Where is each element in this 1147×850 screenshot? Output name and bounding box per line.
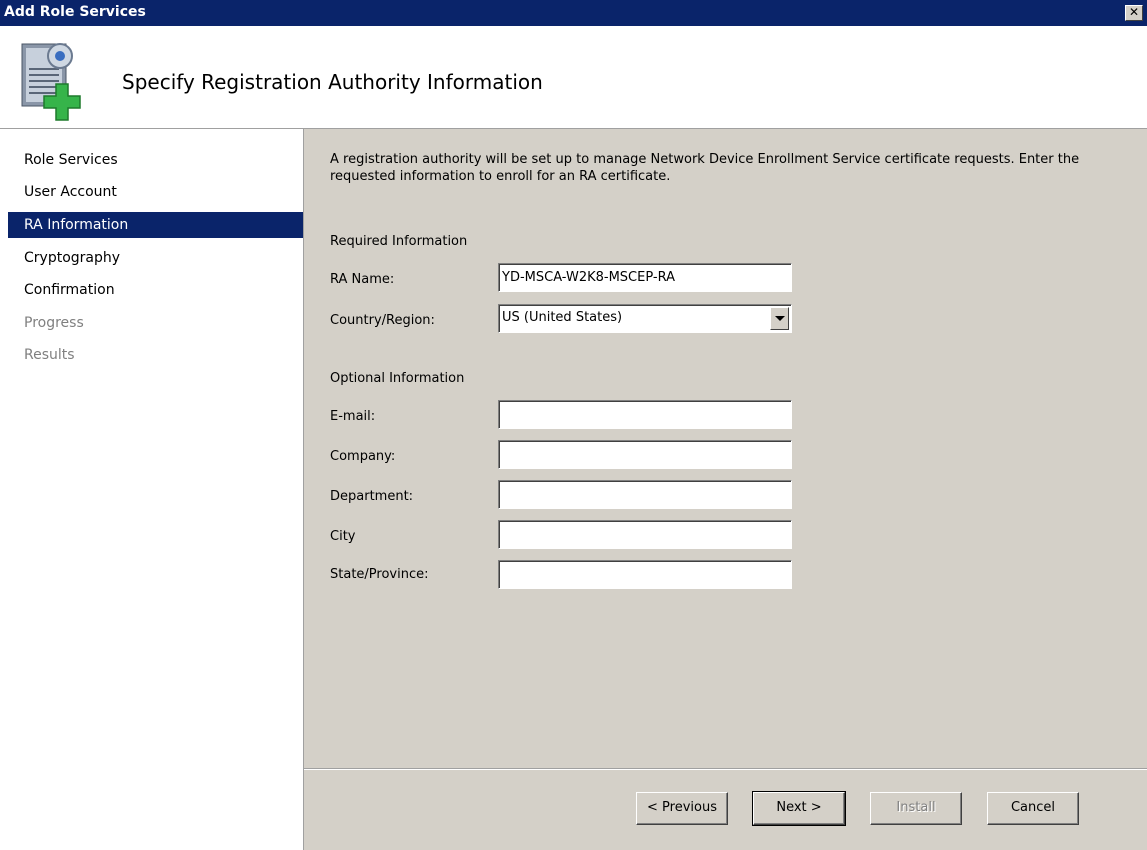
- window-title: Add Role Services: [4, 4, 146, 20]
- optional-info-heading: Optional Information: [330, 371, 465, 386]
- ra-name-input[interactable]: [498, 263, 792, 292]
- state-province-label: State/Province:: [330, 567, 429, 582]
- server-add-icon: [21, 43, 81, 121]
- chevron-down-icon: [775, 316, 785, 321]
- email-input[interactable]: [498, 400, 792, 429]
- country-region-select[interactable]: US (United States): [498, 304, 792, 333]
- nav-item-results: Results: [24, 347, 75, 363]
- page-title: Specify Registration Authority Informati…: [122, 70, 543, 94]
- wizard-header: Specify Registration Authority Informati…: [0, 26, 1147, 129]
- button-separator: [304, 768, 1147, 770]
- nav-item-user-account[interactable]: User Account: [8, 179, 303, 205]
- close-button[interactable]: ✕: [1125, 5, 1143, 21]
- nav-item-role-services[interactable]: Role Services: [8, 147, 303, 173]
- department-input[interactable]: [498, 480, 792, 509]
- next-button[interactable]: Next >: [752, 791, 846, 826]
- company-label: Company:: [330, 449, 396, 464]
- install-button: Install: [870, 792, 962, 825]
- country-region-label: Country/Region:: [330, 313, 435, 328]
- cancel-button[interactable]: Cancel: [987, 792, 1079, 825]
- nav-item-ra-information[interactable]: RA Information: [8, 212, 303, 238]
- state-province-input[interactable]: [498, 560, 792, 589]
- title-bar: Add Role Services ✕: [0, 0, 1147, 26]
- country-region-value: US (United States): [502, 310, 623, 325]
- wizard-nav: Role Services User Account RA Informatio…: [0, 129, 304, 850]
- city-input[interactable]: [498, 520, 792, 549]
- nav-item-confirmation[interactable]: Confirmation: [8, 277, 303, 303]
- dropdown-button[interactable]: [770, 307, 789, 330]
- close-icon: ✕: [1128, 5, 1140, 19]
- department-label: Department:: [330, 489, 414, 504]
- email-label: E-mail:: [330, 409, 376, 424]
- previous-button[interactable]: < Previous: [636, 792, 728, 825]
- city-label: City: [330, 529, 356, 544]
- company-input[interactable]: [498, 440, 792, 469]
- wizard-content: A registration authority will be set up …: [304, 129, 1147, 850]
- nav-item-cryptography[interactable]: Cryptography: [8, 245, 303, 271]
- nav-item-progress: Progress: [24, 315, 84, 331]
- description-text: A registration authority will be set up …: [330, 152, 1080, 184]
- required-info-heading: Required Information: [330, 234, 468, 249]
- ra-name-label: RA Name:: [330, 272, 395, 287]
